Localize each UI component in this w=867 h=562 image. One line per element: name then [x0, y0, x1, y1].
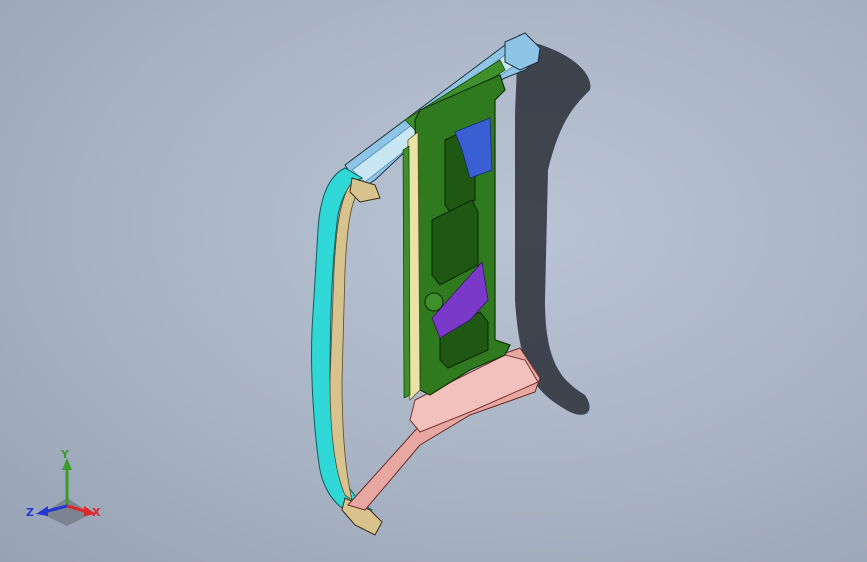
triad-x-label: X	[92, 506, 101, 519]
triad-z-arrow	[36, 506, 48, 516]
cad-graphics-viewport[interactable]: Y X Z	[0, 0, 867, 562]
triad-z-label: Z	[26, 506, 34, 519]
panel-round-boss	[424, 292, 444, 312]
3d-model-render[interactable]	[0, 0, 867, 562]
triad-y-label: Y	[60, 448, 70, 461]
door-seal-green	[402, 145, 411, 399]
orientation-triad[interactable]: Y X Z	[22, 446, 112, 536]
